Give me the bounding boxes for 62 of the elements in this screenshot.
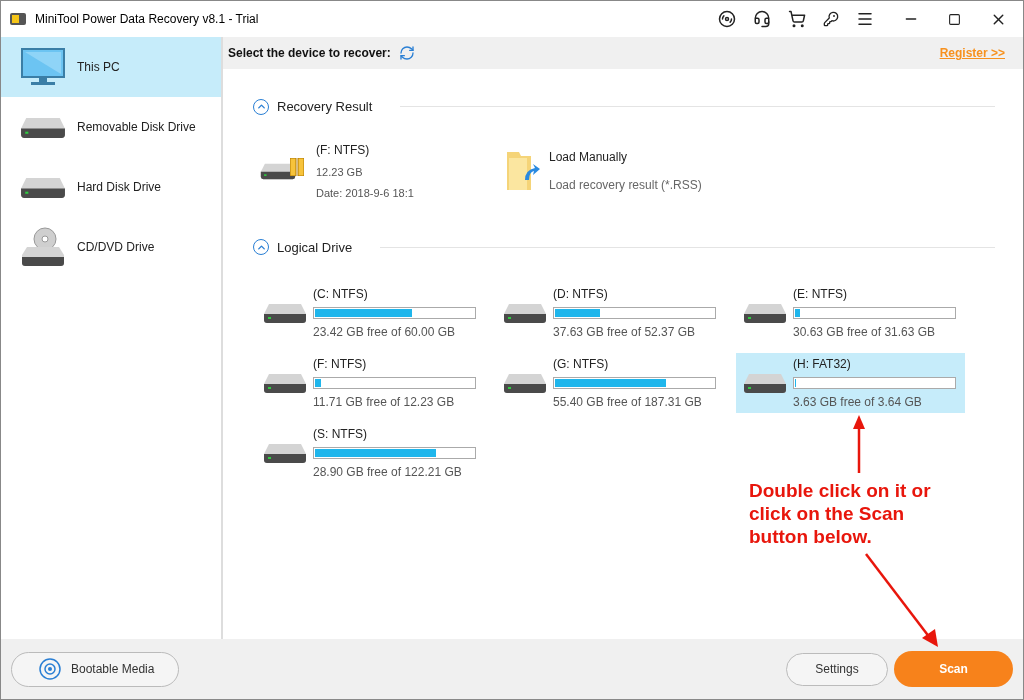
bootable-media-button[interactable]: Bootable Media xyxy=(11,651,179,687)
free-space: 3.63 GB free of 3.64 GB xyxy=(793,394,923,411)
free-space: 23.42 GB free of 60.00 GB xyxy=(313,324,457,341)
free-space: 30.63 GB free of 31.63 GB xyxy=(793,324,937,341)
hard-drive-icon xyxy=(743,302,787,324)
drive-tile[interactable]: (G: NTFS) 55.40 GB free of 187.31 GB xyxy=(496,353,725,413)
pause-icon xyxy=(290,158,304,176)
hard-drive-icon xyxy=(503,302,547,324)
drive-name: (H: FAT32) xyxy=(793,356,852,373)
drive-name: (E: NTFS) xyxy=(793,286,848,303)
drive-name: (F: NTFS) xyxy=(316,141,371,159)
hard-drive-icon xyxy=(20,175,66,199)
annotation-text: click on the Scan xyxy=(749,502,906,525)
drive-name: (G: NTFS) xyxy=(553,356,610,373)
drive-name: (C: NTFS) xyxy=(313,286,369,303)
load-manually-hint: Load recovery result (*.RSS) xyxy=(549,177,702,194)
app-logo-icon xyxy=(9,10,27,28)
drive-size: 12.23 GB xyxy=(316,164,364,180)
monitor-icon xyxy=(21,48,65,86)
hard-drive-icon xyxy=(20,115,66,139)
free-space: 28.90 GB free of 122.21 GB xyxy=(313,464,463,481)
device-prompt: Select the device to recover: xyxy=(228,45,391,62)
settings-button[interactable]: Settings xyxy=(786,652,888,686)
load-manually-title[interactable]: Load Manually xyxy=(549,148,702,166)
cart-icon[interactable] xyxy=(788,10,806,28)
disc-icon[interactable] xyxy=(718,10,736,28)
cd-drive-icon xyxy=(21,227,65,267)
hard-drive-icon xyxy=(263,442,307,464)
disc-icon xyxy=(39,658,61,680)
hard-drive-icon xyxy=(503,372,547,394)
up-arrow xyxy=(852,415,866,473)
sidebar-item[interactable]: Removable Disk Drive xyxy=(1,97,221,157)
hard-drive-icon xyxy=(743,372,787,394)
sidebar-item[interactable]: Hard Disk Drive xyxy=(1,157,221,217)
scan-date: Date: 2018-9-6 18:1 xyxy=(316,186,414,201)
maximize-icon[interactable] xyxy=(948,12,961,26)
free-space: 37.63 GB free of 52.37 GB xyxy=(553,324,697,341)
drive-name: (F: NTFS) xyxy=(313,356,368,373)
drive-tile[interactable]: (S: NTFS) 28.90 GB free of 122.21 GB xyxy=(256,423,485,483)
free-space: 55.40 GB free of 187.31 GB xyxy=(553,394,703,411)
menu-icon[interactable] xyxy=(856,10,874,28)
sidebar-item[interactable]: CD/DVD Drive xyxy=(1,217,221,277)
key-icon[interactable] xyxy=(823,11,839,27)
hard-drive-icon xyxy=(263,302,307,324)
drive-tile[interactable]: (H: FAT32) 3.63 GB free of 3.64 GB xyxy=(736,353,965,413)
drive-tile[interactable]: (D: NTFS) 37.63 GB free of 52.37 GB xyxy=(496,283,725,343)
sidebar-item[interactable]: This PC xyxy=(1,37,221,97)
section-title: Logical Drive xyxy=(277,238,353,257)
drive-tile[interactable]: (E: NTFS) 30.63 GB free of 31.63 GB xyxy=(736,283,965,343)
section-title: Recovery Result xyxy=(277,98,373,116)
free-space: 11.71 GB free of 12.23 GB xyxy=(313,394,456,411)
folder-icon xyxy=(505,150,541,192)
annotation-text: button below. xyxy=(749,525,873,548)
refresh-icon[interactable] xyxy=(398,45,415,61)
annotation-text: Double click on it or xyxy=(749,479,931,502)
hard-drive-icon xyxy=(263,372,307,394)
support-icon[interactable] xyxy=(753,10,771,28)
window-title: MiniTool Power Data Recovery v8.1 - Trial xyxy=(35,11,259,28)
drive-name: (D: NTFS) xyxy=(553,286,609,303)
drive-tile[interactable]: (C: NTFS) 23.42 GB free of 60.00 GB xyxy=(256,283,485,343)
drive-tile[interactable]: (F: NTFS) 11.71 GB free of 12.23 GB xyxy=(256,353,485,413)
drive-name: (S: NTFS) xyxy=(313,426,368,443)
